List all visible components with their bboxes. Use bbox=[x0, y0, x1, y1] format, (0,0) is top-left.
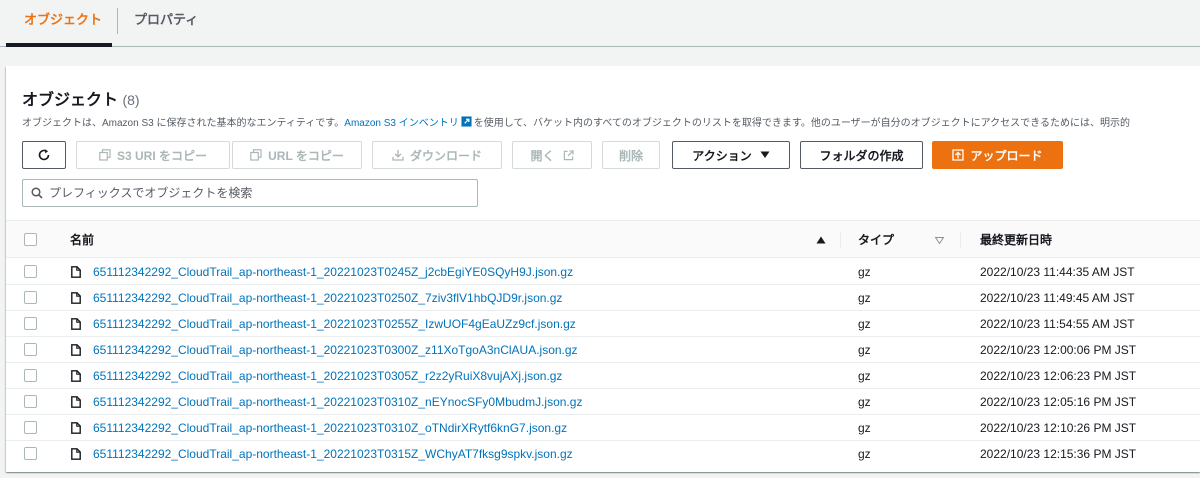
object-last-modified: 2022/10/23 12:06:23 PM JST bbox=[980, 369, 1137, 383]
description-text-rest: を使用して、バケット内のすべてのオブジェクトのリストを取得できます。他のユーザー… bbox=[473, 118, 1130, 129]
page-title: オブジェクト (8) bbox=[22, 86, 140, 110]
download-button[interactable]: ダウンロード bbox=[372, 141, 502, 169]
panel-title-text: オブジェクト bbox=[22, 92, 119, 109]
table-header: 名前 タイプ 最終更新日時 bbox=[6, 220, 1200, 258]
object-type: gz bbox=[858, 369, 871, 383]
row-checkbox[interactable] bbox=[24, 265, 37, 278]
column-header-last-modified[interactable]: 最終更新日時 bbox=[980, 221, 1052, 259]
file-icon bbox=[71, 448, 81, 460]
refresh-icon bbox=[38, 149, 50, 161]
object-name-link[interactable]: 651112342292_CloudTrail_ap-northeast-1_2… bbox=[93, 311, 576, 337]
column-divider bbox=[840, 232, 841, 248]
column-header-type[interactable]: タイプ bbox=[858, 221, 894, 259]
object-type: gz bbox=[858, 265, 871, 279]
object-last-modified: 2022/10/23 12:00:06 PM JST bbox=[980, 343, 1137, 357]
sort-ascending-icon[interactable] bbox=[816, 236, 826, 244]
object-type: gz bbox=[858, 395, 871, 409]
description-text: オブジェクトは、Amazon S3 に保存された基本的なエンティティです。 bbox=[22, 118, 345, 129]
copy-url-button[interactable]: URL をコピー bbox=[232, 141, 362, 169]
copy-icon bbox=[250, 149, 262, 161]
delete-label: 削除 bbox=[618, 148, 643, 163]
object-name-link[interactable]: 651112342292_CloudTrail_ap-northeast-1_2… bbox=[93, 389, 582, 415]
file-icon bbox=[71, 266, 81, 278]
external-link-icon bbox=[563, 149, 574, 161]
table-row[interactable]: 651112342292_CloudTrail_ap-northeast-1_2… bbox=[6, 363, 1200, 389]
object-name-link[interactable]: 651112342292_CloudTrail_ap-northeast-1_2… bbox=[93, 415, 567, 441]
file-icon bbox=[71, 344, 81, 356]
row-checkbox[interactable] bbox=[24, 291, 37, 304]
open-button[interactable]: 開く bbox=[512, 141, 592, 169]
tab-properties[interactable]: プロパティ bbox=[134, 0, 198, 46]
row-checkbox[interactable] bbox=[24, 369, 37, 382]
object-last-modified: 2022/10/23 11:49:45 AM JST bbox=[980, 291, 1135, 305]
copy-url-label: URL をコピー bbox=[268, 148, 344, 163]
table-row[interactable]: 651112342292_CloudTrail_ap-northeast-1_2… bbox=[6, 415, 1200, 441]
object-type: gz bbox=[858, 421, 871, 435]
tab-objects[interactable]: オブジェクト bbox=[24, 0, 102, 46]
file-icon bbox=[71, 422, 81, 434]
file-icon bbox=[71, 292, 81, 304]
actions-dropdown[interactable]: アクション bbox=[672, 141, 790, 169]
upload-label: アップロード bbox=[970, 148, 1043, 163]
object-name-link[interactable]: 651112342292_CloudTrail_ap-northeast-1_2… bbox=[93, 337, 578, 363]
object-name-link[interactable]: 651112342292_CloudTrail_ap-northeast-1_2… bbox=[93, 363, 562, 389]
row-checkbox[interactable] bbox=[24, 395, 37, 408]
inventory-link[interactable]: Amazon S3 インベントリ bbox=[344, 118, 458, 129]
row-checkbox[interactable] bbox=[24, 447, 37, 460]
object-last-modified: 2022/10/23 12:10:26 PM JST bbox=[980, 421, 1137, 435]
open-label: 開く bbox=[530, 148, 555, 163]
delete-button[interactable]: 削除 bbox=[602, 141, 660, 169]
select-all-checkbox[interactable] bbox=[24, 233, 37, 246]
tab-bar: オブジェクト プロパティ bbox=[0, 0, 1200, 47]
table-row[interactable]: 651112342292_CloudTrail_ap-northeast-1_2… bbox=[6, 259, 1200, 285]
copy-s3-uri-button[interactable]: S3 URI をコピー bbox=[76, 141, 230, 169]
object-type: gz bbox=[858, 317, 871, 331]
panel-description: オブジェクトは、Amazon S3 に保存された基本的なエンティティです。Ama… bbox=[22, 114, 1130, 129]
object-type: gz bbox=[858, 447, 871, 461]
actions-label: アクション bbox=[692, 148, 752, 163]
object-last-modified: 2022/10/23 12:15:36 PM JST bbox=[980, 447, 1137, 461]
copy-icon bbox=[99, 149, 111, 161]
object-name-link[interactable]: 651112342292_CloudTrail_ap-northeast-1_2… bbox=[93, 259, 573, 285]
external-link-icon[interactable] bbox=[461, 116, 472, 127]
create-folder-button[interactable]: フォルダの作成 bbox=[800, 141, 923, 169]
file-icon bbox=[71, 370, 81, 382]
object-name-link[interactable]: 651112342292_CloudTrail_ap-northeast-1_2… bbox=[93, 441, 573, 467]
download-icon bbox=[392, 149, 404, 161]
sort-descending-icon[interactable] bbox=[935, 237, 944, 244]
column-header-name[interactable]: 名前 bbox=[70, 221, 94, 259]
table-row[interactable]: 651112342292_CloudTrail_ap-northeast-1_2… bbox=[6, 311, 1200, 337]
upload-button[interactable]: アップロード bbox=[932, 141, 1063, 169]
object-last-modified: 2022/10/23 11:54:55 AM JST bbox=[980, 317, 1135, 331]
column-divider bbox=[960, 232, 961, 248]
row-checkbox[interactable] bbox=[24, 317, 37, 330]
search-input[interactable] bbox=[49, 186, 469, 200]
download-label: ダウンロード bbox=[409, 148, 482, 163]
copy-s3-uri-label: S3 URI をコピー bbox=[116, 148, 207, 163]
caret-down-icon bbox=[760, 151, 770, 159]
object-name-link[interactable]: 651112342292_CloudTrail_ap-northeast-1_2… bbox=[93, 285, 562, 311]
table-row[interactable]: 651112342292_CloudTrail_ap-northeast-1_2… bbox=[6, 441, 1200, 467]
row-checkbox[interactable] bbox=[24, 343, 37, 356]
refresh-button[interactable] bbox=[22, 141, 66, 169]
table-row[interactable]: 651112342292_CloudTrail_ap-northeast-1_2… bbox=[6, 389, 1200, 415]
object-type: gz bbox=[858, 291, 871, 305]
object-last-modified: 2022/10/23 12:05:16 PM JST bbox=[980, 395, 1137, 409]
objects-panel: オブジェクト (8) オブジェクトは、Amazon S3 に保存された基本的なエ… bbox=[6, 66, 1200, 472]
table-row[interactable]: 651112342292_CloudTrail_ap-northeast-1_2… bbox=[6, 285, 1200, 311]
file-icon bbox=[71, 318, 81, 330]
object-last-modified: 2022/10/23 11:44:35 AM JST bbox=[980, 265, 1135, 279]
active-tab-indicator bbox=[6, 43, 112, 47]
table-row[interactable]: 651112342292_CloudTrail_ap-northeast-1_2… bbox=[6, 337, 1200, 363]
upload-icon bbox=[952, 149, 965, 161]
row-checkbox[interactable] bbox=[24, 421, 37, 434]
search-icon bbox=[31, 187, 43, 199]
file-icon bbox=[71, 396, 81, 408]
create-folder-label: フォルダの作成 bbox=[819, 148, 904, 163]
object-count: (8) bbox=[122, 92, 140, 108]
tab-divider bbox=[117, 8, 118, 34]
object-type: gz bbox=[858, 343, 871, 357]
search-box[interactable] bbox=[22, 179, 478, 207]
